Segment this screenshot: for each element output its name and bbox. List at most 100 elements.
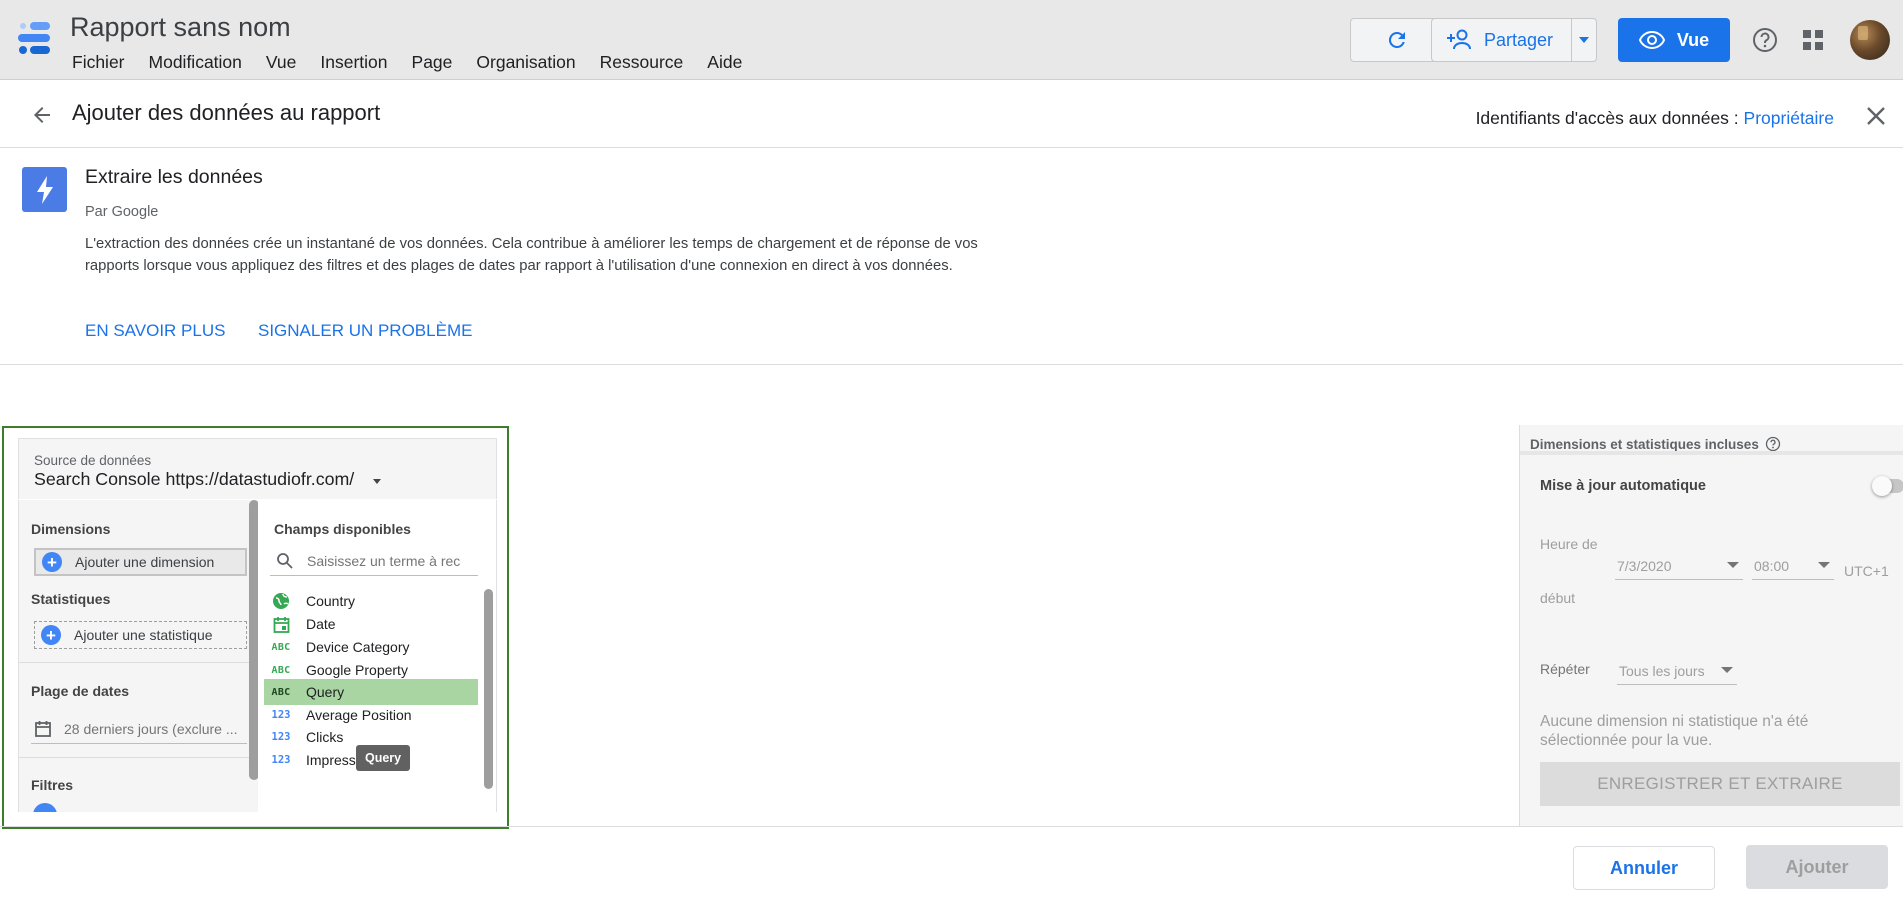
- report-title[interactable]: Rapport sans nom: [70, 12, 291, 43]
- globe-icon: [270, 592, 292, 610]
- add-metric-button[interactable]: + Ajouter une statistique: [34, 621, 247, 649]
- calendar-icon: [270, 616, 292, 633]
- abc-icon: ABC: [271, 641, 291, 653]
- close-icon[interactable]: [1865, 105, 1887, 127]
- connector-name: Extraire les données: [85, 166, 263, 188]
- share-dropdown-button[interactable]: [1572, 37, 1596, 43]
- abc-icon: ABC: [271, 664, 291, 676]
- field-name: Average Position: [306, 707, 412, 723]
- data-credentials: Identifiants d'accès aux données : Propr…: [1476, 108, 1834, 129]
- avatar[interactable]: [1850, 20, 1890, 60]
- add-circle-icon: +: [41, 625, 61, 645]
- app-bar: Rapport sans nom Fichier Modification Vu…: [0, 0, 1903, 80]
- start-hour-value: 08:00: [1754, 557, 1790, 574]
- no-fields-message: Aucune dimension ni statistique n'a été …: [1540, 713, 1809, 749]
- dropdown-arrow-icon: [1818, 562, 1830, 568]
- panel-title: Ajouter des données au rapport: [72, 100, 381, 125]
- field-name: Google Property: [306, 662, 408, 678]
- menu-aide[interactable]: Aide: [695, 52, 754, 73]
- data-source-label: Source de données: [34, 453, 152, 468]
- connector-description: L'extraction des données crée un instant…: [85, 236, 978, 274]
- lightning-bolt-icon: [36, 175, 53, 204]
- menu-vue[interactable]: Vue: [254, 52, 309, 73]
- date-range-label: Plage de dates: [31, 683, 130, 699]
- learn-more-link[interactable]: EN SAVOIR PLUS: [85, 321, 225, 341]
- report-problem-link[interactable]: SIGNALER UN PROBLÈME: [258, 321, 472, 341]
- abc-icon: ABC: [271, 686, 291, 698]
- refresh-icon: [1388, 31, 1405, 48]
- dropdown-arrow-icon: [1721, 667, 1733, 673]
- menu-insertion[interactable]: Insertion: [308, 52, 399, 73]
- included-fields-label: Dimensions et statistiques incluses: [1530, 436, 1759, 452]
- filters-label: Filtres: [31, 777, 74, 793]
- extract-config-column: Dimensions + Ajouter une dimension Stati…: [18, 500, 260, 812]
- section-divider: [1520, 451, 1903, 455]
- 123-icon: 123: [271, 709, 291, 721]
- data-source-value: Search Console https://datastudiofr.com/: [34, 469, 355, 489]
- search-placeholder: Saisissez un terme à rec: [307, 552, 461, 569]
- start-time-label-2: début: [1540, 590, 1576, 606]
- menu-modification[interactable]: Modification: [137, 52, 254, 73]
- start-hour-select[interactable]: 08:00: [1752, 552, 1834, 580]
- menu-ressource[interactable]: Ressource: [588, 52, 696, 73]
- data-studio-logo-icon[interactable]: [16, 20, 56, 58]
- field-search-input[interactable]: Saisissez un terme à rec: [270, 546, 478, 576]
- field-tooltip: Query: [356, 745, 411, 771]
- extract-settings-panel: Dimensions et statistiques incluses Mise…: [1519, 425, 1903, 826]
- footer-divider: [0, 826, 1903, 827]
- field-name: Country: [306, 593, 356, 609]
- repeat-select[interactable]: Tous les jours: [1617, 657, 1737, 685]
- add-dimension-label: Ajouter une dimension: [75, 554, 215, 570]
- help-icon[interactable]: [1751, 26, 1779, 54]
- calendar-icon: [35, 720, 51, 737]
- apps-grid-icon[interactable]: [1801, 28, 1825, 52]
- cancel-button[interactable]: Annuler: [1573, 846, 1715, 890]
- data-credentials-owner-link[interactable]: Propriétaire: [1744, 108, 1834, 128]
- data-credentials-label: Identifiants d'accès aux données :: [1475, 108, 1744, 128]
- available-fields-title: Champs disponibles: [274, 521, 411, 537]
- auto-update-toggle[interactable]: [1872, 476, 1903, 496]
- section-divider: [19, 662, 249, 663]
- divider: [0, 364, 1903, 365]
- 123-icon: 123: [271, 754, 291, 766]
- add-button[interactable]: Ajouter: [1746, 845, 1888, 889]
- dropdown-arrow-icon: [1727, 562, 1739, 568]
- view-label: Vue: [1676, 29, 1710, 50]
- field-name: Clicks: [306, 729, 344, 745]
- metrics-label: Statistiques: [31, 591, 111, 607]
- share-label: Partager: [1484, 29, 1554, 50]
- scrollbar[interactable]: [484, 589, 493, 789]
- section-divider: [19, 757, 249, 758]
- add-person-icon: [1447, 29, 1471, 50]
- add-filter-icon[interactable]: [33, 803, 57, 812]
- panel-header: Ajouter des données au rapport Identifia…: [0, 81, 1903, 148]
- add-dimension-button[interactable]: + Ajouter une dimension: [34, 548, 247, 576]
- menu-organisation[interactable]: Organisation: [464, 52, 587, 73]
- field-name: Query: [306, 684, 345, 700]
- caret-down-icon: [1579, 37, 1590, 43]
- repeat-label: Répéter: [1540, 661, 1590, 677]
- field-name: Date: [306, 616, 336, 632]
- date-range-value: 28 derniers jours (exclure ...: [64, 720, 238, 737]
- date-range-selector[interactable]: 28 derniers jours (exclure ...: [31, 714, 247, 744]
- help-icon[interactable]: [1765, 436, 1781, 452]
- included-fields-header: Dimensions et statistiques incluses: [1530, 436, 1781, 452]
- share-button[interactable]: Partager: [1432, 19, 1573, 61]
- eye-icon: [1638, 31, 1665, 49]
- view-button[interactable]: Vue: [1618, 18, 1730, 62]
- add-metric-label: Ajouter une statistique: [74, 627, 213, 643]
- data-source-selector[interactable]: Source de données Search Console https:/…: [18, 438, 497, 499]
- save-and-extract-button[interactable]: ENREGISTRER ET EXTRAIRE: [1540, 762, 1900, 806]
- start-date-select[interactable]: 7/3/2020: [1615, 552, 1743, 580]
- menu-page[interactable]: Page: [400, 52, 465, 73]
- share-button-group: Partager: [1431, 18, 1597, 62]
- add-circle-icon: +: [42, 552, 62, 572]
- timezone-label: UTC+1: [1844, 563, 1889, 579]
- refresh-button[interactable]: [1350, 18, 1444, 62]
- search-icon: [277, 553, 293, 569]
- field-name: Device Category: [306, 639, 410, 655]
- menu-fichier[interactable]: Fichier: [60, 52, 137, 73]
- start-time-label: Heure de: [1540, 536, 1598, 552]
- back-arrow-icon[interactable]: [30, 103, 54, 127]
- extract-connector-icon: [22, 167, 67, 212]
